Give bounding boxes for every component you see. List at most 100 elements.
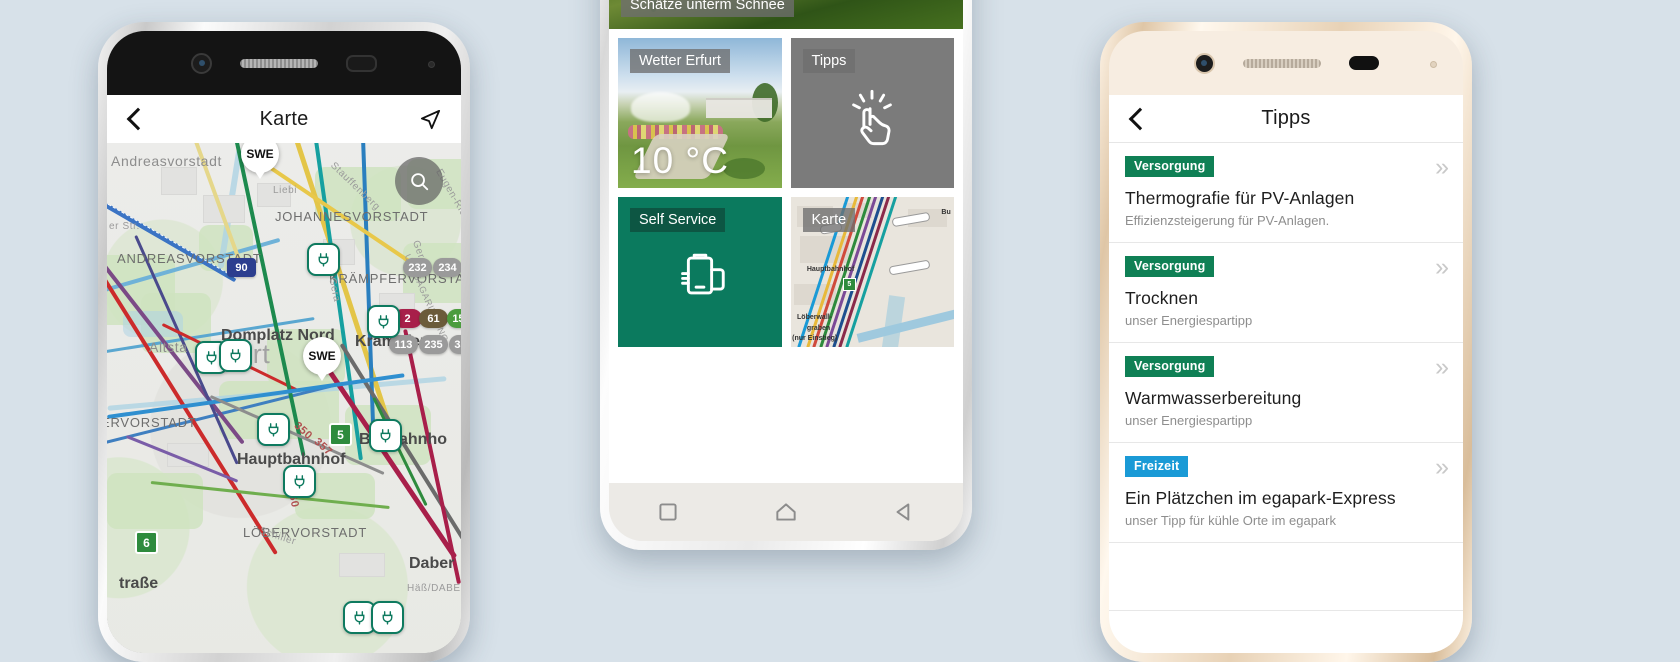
chevron-left-icon[interactable] [1125, 104, 1155, 134]
map-route-badge: 113 [389, 335, 418, 354]
phone-top-bezel [107, 31, 461, 95]
tile-caption: Schätze unterm Schnee [621, 0, 794, 17]
earpiece-speaker-icon [240, 58, 318, 68]
navigation-arrow-icon[interactable] [415, 104, 445, 134]
map-canvas[interactable]: Andreasvorstadt JOHANNESVORSTADT ANDREAS… [107, 143, 461, 653]
list-item-subtitle: unser Energiespartipp [1125, 313, 1253, 328]
map-screen: Karte Andreasvorstadt JOHANNESVORSTADT A… [107, 95, 461, 653]
tile-self-service[interactable]: Self Service [618, 197, 782, 347]
tile-caption: Tipps [802, 49, 856, 73]
dashboard-tile-row: Self Service Hauptbahnhof 5 Löberwall- g… [609, 197, 963, 347]
chevron-left-icon[interactable] [123, 104, 153, 134]
status-badge: Versorgung [1125, 156, 1215, 177]
home-icon[interactable] [773, 499, 799, 525]
map-street-label: er Str. [109, 221, 140, 232]
search-fab-button[interactable] [395, 157, 443, 205]
dashboard-phone: Schätze unterm Schnee Wetter Erfurt 10 °… [600, 0, 972, 550]
map-label: traße [119, 575, 159, 592]
list-item[interactable]: Versorgung » Thermografie für PV-Anlagen… [1109, 143, 1463, 243]
map-highway-shield: 5 [329, 423, 352, 446]
screenshot-stage: Karte Andreasvorstadt JOHANNESVORSTADT A… [0, 0, 1680, 662]
front-camera-icon [191, 52, 212, 74]
mini-map-label: Bu [941, 209, 951, 216]
list-item-subtitle: Effizienzsteigerung für PV-Anlagen. [1125, 213, 1330, 228]
mini-map-label: graben [806, 324, 831, 332]
map-highway-shield: 6 [135, 531, 158, 554]
list-item-subtitle: unser Tipp für kühle Orte im egapark [1125, 513, 1336, 528]
proximity-sensor-icon [346, 54, 377, 72]
map-label: JOHANNESVORSTADT [275, 209, 429, 224]
tap-hand-icon [841, 86, 903, 153]
earpiece-speaker-icon [1242, 58, 1321, 68]
ev-charging-plug-icon[interactable] [219, 339, 252, 372]
map-route-badge: 235 [419, 335, 448, 354]
double-chevron-right-icon[interactable]: » [1435, 455, 1449, 480]
front-camera-icon [1193, 52, 1215, 74]
page-title: Karte [259, 107, 309, 130]
tile-karte[interactable]: Hauptbahnhof 5 Löberwall- graben (nur Ei… [790, 197, 954, 347]
map-label: Daber [409, 555, 455, 572]
dashboard-tile-grid: Schätze unterm Schnee Wetter Erfurt 10 °… [609, 0, 963, 483]
ev-charging-plug-icon[interactable] [257, 413, 290, 446]
list-item-title: Trocknen [1125, 288, 1199, 308]
temperature-value: 10 °C [631, 140, 729, 181]
map-label: ERVORSTADT [107, 415, 197, 430]
mini-map-shield: 5 [842, 278, 856, 291]
tile-schaetze[interactable]: Schätze unterm Schnee [609, 0, 963, 29]
phone-top-bezel [1109, 31, 1463, 95]
appbar-spacer [1417, 104, 1447, 134]
list-item[interactable] [1109, 543, 1463, 611]
list-item[interactable]: Freizeit » Ein Plätzchen im egapark-Expr… [1109, 443, 1463, 543]
map-route-badge: 350 [449, 335, 461, 354]
transit-marker-swe[interactable]: SWE [303, 337, 341, 381]
map-route-badge: 90 [227, 258, 256, 277]
search-icon [411, 173, 429, 191]
status-badge: Versorgung [1125, 356, 1215, 377]
list-item-title: Thermografie für PV-Anlagen [1125, 188, 1355, 208]
map-label: Andreasvorstadt [111, 153, 222, 169]
tile-caption: Karte [802, 208, 856, 232]
light-sensor-icon [1430, 61, 1437, 68]
list-item[interactable]: Versorgung » Warmwasserbereitung unser E… [1109, 343, 1463, 443]
map-phone: Karte Andreasvorstadt JOHANNESVORSTADT A… [98, 22, 470, 662]
ev-charging-plug-icon[interactable] [367, 305, 400, 338]
ev-charging-plug-icon[interactable] [283, 465, 316, 498]
light-sensor-icon [428, 61, 435, 68]
triangle-back-icon[interactable] [891, 499, 917, 525]
page-title: Tipps [1261, 107, 1311, 129]
dashboard-tile-row: Wetter Erfurt 10 °C Tipps [609, 38, 963, 188]
map-phone-body: Karte Andreasvorstadt JOHANNESVORSTADT A… [107, 31, 461, 653]
tips-list: Versorgung » Thermografie für PV-Anlagen… [1109, 143, 1463, 611]
map-street-label: Häß/DABER [407, 583, 461, 594]
mini-map-label: Hauptbahnhof [806, 266, 855, 273]
map-route-badge: 61 [419, 309, 448, 328]
map-label: Altsta [149, 339, 188, 355]
meter-reading-icon [669, 245, 731, 312]
list-item-title: Warmwasserbereitung [1125, 388, 1302, 408]
map-route-badge: 234 [433, 258, 461, 277]
android-navbar [609, 483, 963, 541]
list-item-subtitle: unser Energiespartipp [1125, 413, 1253, 428]
mini-map-label: (nur Einstieg) [792, 335, 838, 342]
mini-map-label: Löberwall- [797, 314, 833, 321]
tile-caption: Wetter Erfurt [630, 49, 730, 73]
map-street-label: Liebi [273, 185, 298, 196]
map-route-badge: 232 [403, 258, 432, 277]
list-item[interactable]: Versorgung » Trocknen unser Energiespart… [1109, 243, 1463, 343]
tips-screen: Tipps Versorgung » Thermografie für PV-A… [1109, 95, 1463, 653]
proximity-sensor-icon [1348, 56, 1379, 70]
tile-caption: Self Service [630, 208, 726, 232]
square-icon[interactable] [655, 499, 681, 525]
tips-phone: Tipps Versorgung » Thermografie für PV-A… [1100, 22, 1472, 662]
double-chevron-right-icon[interactable]: » [1435, 155, 1449, 180]
tile-tipps[interactable]: Tipps [790, 38, 954, 188]
double-chevron-right-icon[interactable]: » [1435, 355, 1449, 380]
tile-wetter[interactable]: Wetter Erfurt 10 °C [618, 38, 782, 188]
map-appbar: Karte [107, 95, 461, 143]
tips-phone-body: Tipps Versorgung » Thermografie für PV-A… [1109, 31, 1463, 653]
ev-charging-plug-icon[interactable] [369, 419, 402, 452]
ev-charging-plug-icon[interactable] [307, 243, 340, 276]
list-item-title: Ein Plätzchen im egapark-Express [1125, 488, 1396, 508]
ev-charging-plug-icon[interactable] [371, 601, 404, 634]
double-chevron-right-icon[interactable]: » [1435, 255, 1449, 280]
